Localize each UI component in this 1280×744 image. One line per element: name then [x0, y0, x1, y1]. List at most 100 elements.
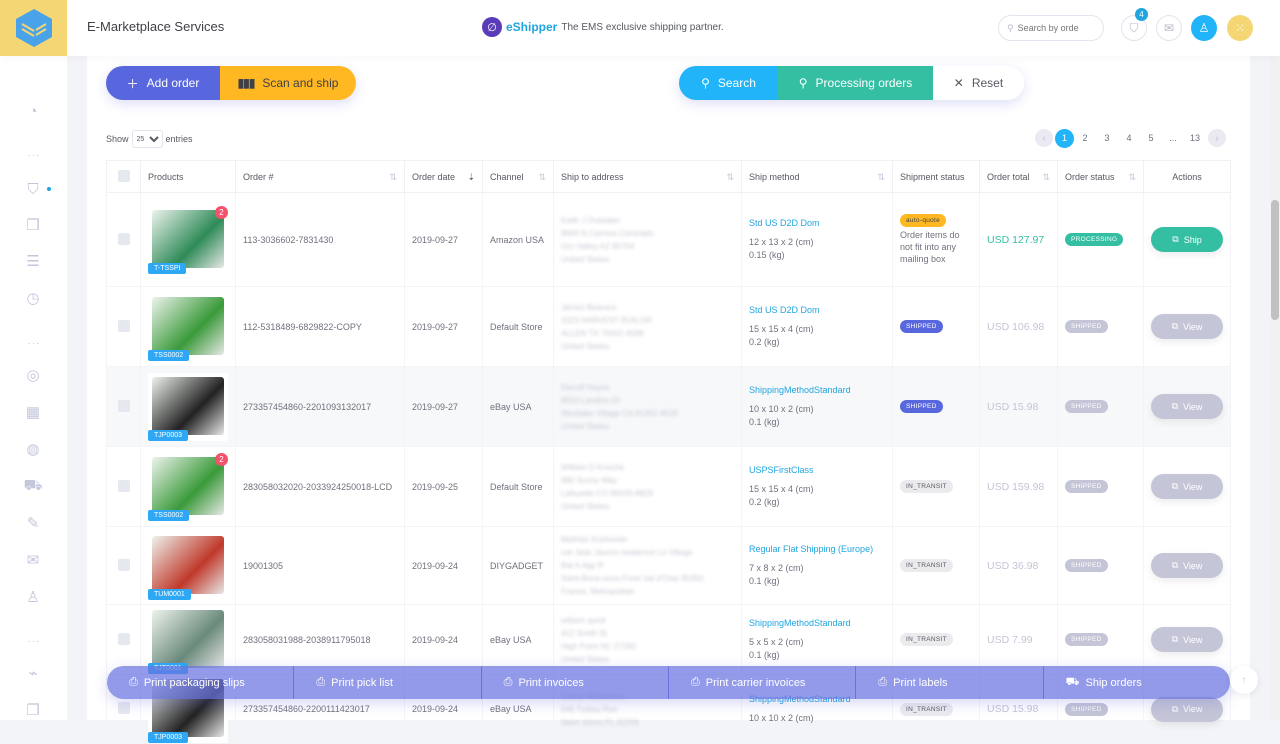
table-row[interactable]: TUM0001 19001305 2019-09-24 DIYGADGET Mathia…: [106, 526, 1231, 605]
row-checkbox[interactable]: [117, 232, 130, 245]
address-line: William D Knoche: [561, 462, 625, 472]
ship-method-link[interactable]: Std US D2D Dom: [749, 218, 885, 228]
order-number[interactable]: 273357454860-2201093132017: [235, 366, 405, 447]
view-button[interactable]: ⧉ View: [1151, 394, 1223, 419]
print-pick-list-button[interactable]: ⎙ Print pick list: [294, 666, 482, 699]
product-thumbnail[interactable]: TSS0002: [148, 292, 228, 361]
view-button[interactable]: ⧉ View: [1151, 314, 1223, 339]
table-row[interactable]: TJP0003 273357454860-2201093132017 2019-09…: [106, 366, 1231, 447]
product-thumbnail[interactable]: TJP0003: [148, 372, 228, 441]
reset-button[interactable]: ✕ Reset: [933, 66, 1024, 100]
partner-banner[interactable]: ∅ eShipper The EMS exclusive shipping pa…: [482, 17, 724, 37]
order-search-input[interactable]: [1017, 23, 1088, 33]
user-profile-button[interactable]: ♙: [1191, 15, 1217, 41]
select-all-checkbox[interactable]: [117, 169, 130, 182]
ship-method-link[interactable]: Std US D2D Dom: [749, 305, 885, 315]
table-row[interactable]: TSS0002 2 283058032020-2033924250018-LCD 20…: [106, 446, 1231, 527]
view-button[interactable]: ⧉ View: [1151, 553, 1223, 578]
product-thumbnail[interactable]: TSS0002 2: [148, 452, 228, 521]
next-page-button[interactable]: ›: [1208, 129, 1226, 147]
print-packaging-slips-button[interactable]: ⎙ Print packaging slips: [107, 666, 295, 699]
ship-method-link[interactable]: USPSFirstClass: [749, 465, 885, 475]
col-ship-to-address[interactable]: Ship to address ⇅: [553, 160, 742, 193]
col-order-date[interactable]: Order date ⇣: [404, 160, 483, 193]
prev-page-button[interactable]: ‹: [1035, 129, 1053, 147]
package-weight: 0.1 (kg): [749, 416, 780, 427]
page-1[interactable]: 1: [1055, 128, 1074, 148]
product-thumbnail[interactable]: TUM0001: [148, 531, 228, 600]
page-2[interactable]: 2: [1074, 128, 1096, 148]
ship-method-link[interactable]: ShippingMethodStandard: [749, 385, 885, 395]
product-thumbnail[interactable]: TJT0001: [148, 605, 228, 674]
scroll-to-top-button[interactable]: ↑: [1230, 666, 1258, 694]
address-line: Saint-Brice-sous-Foret Val d'Oise 95350: [561, 574, 704, 583]
sidebar-item-documents[interactable]: ✎: [22, 512, 44, 534]
page-13[interactable]: 13: [1184, 128, 1206, 148]
sidebar-item-dashboard[interactable]: ◔: [22, 100, 44, 122]
address-line: Oro Valley AZ 85704: [561, 241, 635, 251]
order-number[interactable]: 113-3036602-7831430: [235, 192, 405, 287]
row-checkbox[interactable]: [117, 558, 130, 571]
package-weight: 0.2 (kg): [749, 496, 780, 507]
shopping-bag-icon: ⛉: [1129, 20, 1139, 35]
row-checkbox[interactable]: [117, 319, 130, 332]
order-date: 2019-09-24: [404, 604, 483, 675]
apps-menu-button[interactable]: ⁙: [1227, 15, 1253, 41]
sidebar-item-global[interactable]: ◍: [22, 438, 44, 460]
ship-orders-button[interactable]: ⛟ Ship orders: [1044, 666, 1230, 699]
col-order-number[interactable]: Order # ⇅: [235, 160, 405, 193]
col-ship-method[interactable]: Ship method ⇅: [741, 160, 893, 193]
view-button[interactable]: ⧉ View: [1151, 474, 1223, 499]
sidebar-item-mail[interactable]: ✉: [22, 549, 44, 571]
active-indicator: [47, 187, 51, 191]
address-line: ALLEN TX 75002-4589: [561, 328, 644, 338]
app-logo[interactable]: [0, 0, 67, 56]
col-channel[interactable]: Channel ⇅: [482, 160, 554, 193]
print-invoices-button[interactable]: ⎙ Print invoices: [482, 666, 669, 699]
sidebar-item-orders[interactable]: ⛉: [22, 178, 44, 200]
view-button[interactable]: ⧉ View: [1151, 696, 1223, 722]
order-number[interactable]: 283058031988-2038911795018: [235, 604, 405, 675]
view-button[interactable]: ⧉ View: [1151, 627, 1223, 652]
page-4[interactable]: 4: [1118, 128, 1140, 148]
sidebar-item-users[interactable]: ♙: [22, 586, 44, 608]
table-row[interactable]: T-TSSPI 2 113-3036602-7831430 2019-09-27 Ama…: [106, 192, 1231, 287]
sidebar-item-reports[interactable]: ⌁: [22, 662, 44, 684]
col-order-status[interactable]: Order status ⇅: [1057, 160, 1144, 193]
row-checkbox[interactable]: [117, 479, 130, 492]
print-carrier-invoices-button[interactable]: ⎙ Print carrier invoices: [669, 666, 857, 699]
ship-button[interactable]: ⧉ Ship: [1151, 227, 1223, 252]
row-checkbox[interactable]: [117, 399, 130, 412]
sidebar-item-timer[interactable]: ◷: [22, 287, 44, 309]
sidebar-item-messages[interactable]: ☰: [22, 250, 44, 272]
print-labels-button[interactable]: ⎙ Print labels: [856, 666, 1044, 699]
sidebar-item-shipping[interactable]: ⛟: [22, 475, 44, 497]
processing-orders-button[interactable]: ⚲ Processing orders: [778, 66, 933, 100]
scrollbar-thumb[interactable]: [1271, 200, 1279, 320]
table-row[interactable]: TJT0001283058031988-20389117950182019-09…: [106, 604, 1231, 675]
sidebar-item-inventory[interactable]: ❒: [22, 699, 44, 721]
search-button[interactable]: ⚲ Search: [679, 66, 778, 100]
sidebar-item-products[interactable]: ❒: [22, 214, 44, 236]
page-scrollbar[interactable]: [1270, 56, 1280, 720]
col-order-total[interactable]: Order total ⇅: [979, 160, 1058, 193]
sidebar-item-account[interactable]: ◎: [22, 364, 44, 386]
page-3[interactable]: 3: [1096, 128, 1118, 148]
order-number[interactable]: 112-5318489-6829822-COPY: [235, 286, 405, 367]
ship-method-link[interactable]: ShippingMethodStandard: [749, 618, 885, 628]
product-thumbnail[interactable]: T-TSSPI 2: [148, 205, 228, 274]
add-order-button[interactable]: ＋ Add order: [106, 66, 220, 100]
entries-select[interactable]: 25: [131, 130, 163, 148]
page-5[interactable]: 5: [1140, 128, 1162, 148]
sidebar-item-grid[interactable]: ▦: [22, 401, 44, 423]
order-number[interactable]: 19001305: [235, 526, 405, 605]
order-number[interactable]: 283058032020-2033924250018-LCD: [235, 446, 405, 527]
messages-button[interactable]: ✉: [1156, 15, 1182, 41]
row-checkbox[interactable]: [117, 702, 130, 714]
row-checkbox[interactable]: [117, 632, 130, 645]
scan-and-ship-button[interactable]: ▮▮▮ Scan and ship: [220, 66, 356, 100]
sku-badge: TJP0003: [148, 429, 189, 441]
ship-method-link[interactable]: Regular Flat Shipping (Europe): [749, 544, 885, 554]
table-row[interactable]: TSS0002 112-5318489-6829822-COPY 2019-09-2…: [106, 286, 1231, 367]
order-search[interactable]: ⚲: [998, 15, 1104, 41]
